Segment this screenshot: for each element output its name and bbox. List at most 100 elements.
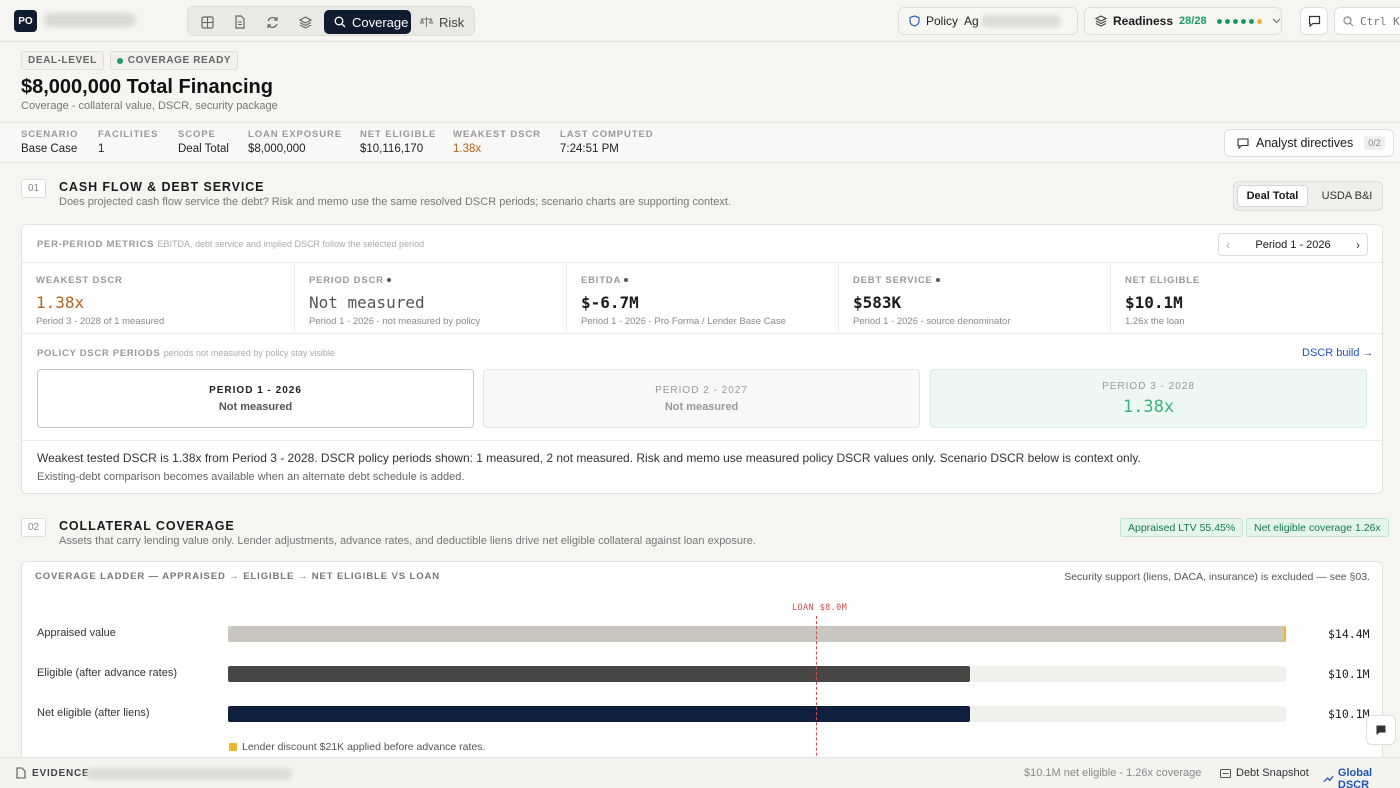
strip-scenario: SCENARIO Base Case — [21, 129, 79, 155]
page-subtitle: Coverage - collateral value, DSCR, secur… — [21, 100, 278, 112]
document-icon[interactable] — [229, 12, 251, 32]
readiness-indicator[interactable]: Readiness 28/28 — [1084, 7, 1282, 35]
feedback-button[interactable] — [1366, 715, 1396, 745]
coverage-status-text: COVERAGE READY — [127, 55, 232, 66]
trend-up-icon — [1323, 775, 1334, 783]
period-card-1[interactable]: PERIOD 1 - 2026 Not measured — [37, 369, 474, 428]
dscr-build-link[interactable]: DSCR build → — [1302, 347, 1374, 359]
ladder-row-value: $14.4M — [1328, 627, 1370, 641]
shield-icon — [909, 15, 920, 27]
chat-icon — [1237, 137, 1249, 149]
period-card-3[interactable]: PERIOD 3 - 2028 1.38x — [930, 369, 1367, 428]
policy-selector[interactable]: Policy Ag — [898, 7, 1078, 35]
scale-icon — [420, 17, 433, 27]
workspace-name-redacted — [44, 13, 136, 27]
coverage-ladder-heading: COVERAGE LADDER — APPRAISED → ELIGIBLE →… — [35, 571, 441, 582]
period-card-2[interactable]: PERIOD 2 - 2027 Not measured — [483, 369, 920, 428]
search-icon — [1343, 15, 1354, 26]
policy-value: Ag — [964, 14, 979, 28]
info-dot — [624, 278, 629, 283]
policy-label: Policy — [926, 14, 959, 28]
global-dscr-label: Global DSCR — [1337, 767, 1373, 788]
ltv-tag: Appraised LTV 55.45% — [1120, 518, 1244, 537]
readiness-value: 28/28 — [1179, 15, 1207, 27]
cash-flow-card: PER-PERIOD METRICS EBITDA, debt service … — [21, 224, 1384, 494]
metric-weakest-dscr: WEAKEST DSCR 1.38x Period 3 - 2028 of 1 … — [22, 263, 295, 334]
strip-scope: SCOPE Deal Total — [178, 129, 229, 155]
per-period-heading: PER-PERIOD METRICS EBITDA, debt service … — [37, 239, 425, 250]
stack-icon — [1095, 15, 1107, 27]
view-tab-group: Coverage Risk — [187, 6, 475, 36]
metric-debt-service: DEBT SERVICE $583K Period 1 - 2026 - sou… — [839, 263, 1111, 334]
scope-deal-total[interactable]: Deal Total — [1237, 185, 1308, 207]
app-logo[interactable]: PO — [14, 10, 37, 32]
command-search[interactable]: Ctrl K — [1334, 7, 1400, 35]
policy-periods-heading: POLICY DSCR PERIODS periods not measured… — [37, 348, 335, 359]
strip-last-computed: LAST COMPUTED 7:24:51 PM — [560, 129, 654, 155]
metric-ebitda: EBITDA $-6.7M Period 1 - 2026 - Pro Form… — [567, 263, 839, 334]
tab-coverage[interactable]: Coverage — [324, 10, 411, 34]
debt-snapshot-label: Debt Snapshot — [1236, 767, 1309, 779]
ladder-bar[interactable] — [228, 666, 970, 682]
snapshot-icon — [1220, 768, 1231, 778]
dscr-summary: Weakest tested DSCR is 1.38x from Period… — [37, 451, 1141, 465]
ladder-row-label: Net eligible (after liens) — [37, 707, 150, 719]
coverage-status-badge: COVERAGE READY — [109, 51, 239, 70]
section-number: 02 — [21, 518, 46, 537]
analyst-directives-count: 0/2 — [1364, 136, 1385, 150]
ladder-bar[interactable] — [228, 626, 1286, 642]
coverage-tag: Net eligible coverage 1.26x — [1246, 518, 1389, 537]
evidence-toggle[interactable]: EVIDENCE — [16, 767, 90, 779]
strip-net-eligible: NET ELIGIBLE $10,116,170 — [360, 129, 437, 155]
grid-icon[interactable] — [196, 12, 218, 32]
section-title: CASH FLOW & DEBT SERVICE — [59, 180, 265, 194]
divider — [22, 440, 1384, 441]
period-pager-label: Period 1 - 2026 — [1255, 238, 1331, 251]
section-subtitle: Assets that carry lending value only. Le… — [59, 535, 756, 547]
chevron-down-icon — [1272, 18, 1280, 24]
policy-value-redacted — [980, 15, 1061, 27]
section-title: COLLATERAL COVERAGE — [59, 519, 235, 533]
footer-status: $10.1M net eligible - 1.26x coverage — [1024, 767, 1202, 779]
lender-discount-text: Lender discount $21K applied before adva… — [242, 741, 486, 753]
metrics-grid: WEAKEST DSCR 1.38x Period 3 - 2028 of 1 … — [22, 262, 1384, 334]
ladder-track — [228, 706, 1286, 722]
analyst-directives-button[interactable]: Analyst directives 0/2 — [1224, 129, 1394, 157]
coverage-ladder-card: COVERAGE LADDER — APPRAISED → ELIGIBLE →… — [21, 561, 1383, 776]
info-dot — [936, 278, 941, 283]
ladder-row-label: Appraised value — [37, 627, 116, 639]
tab-risk[interactable]: Risk — [420, 10, 472, 34]
deal-level-badge: DEAL-LEVEL — [21, 51, 104, 70]
chevron-left-icon[interactable]: ‹ — [1226, 238, 1230, 252]
ladder-bar[interactable] — [228, 706, 970, 722]
global-dscr-link[interactable]: Global DSCR — [1323, 767, 1400, 788]
deal-level-text: DEAL-LEVEL — [28, 55, 97, 66]
info-dot — [387, 278, 392, 283]
ladder-row-value: $10.1M — [1328, 667, 1370, 681]
tab-risk-label: Risk — [439, 14, 465, 30]
tab-coverage-label: Coverage — [352, 14, 409, 30]
evidence-label: EVIDENCE — [32, 767, 90, 779]
flag-icon — [1376, 725, 1386, 735]
scope-toggle: Deal Total USDA B&I — [1233, 181, 1383, 211]
top-bar: PO Coverage Risk Policy Ag Readiness 28/… — [0, 0, 1400, 42]
section-number: 01 — [21, 179, 46, 198]
status-dot — [116, 57, 123, 64]
refresh-icon[interactable] — [261, 12, 283, 32]
comments-button[interactable] — [1300, 7, 1328, 35]
evidence-redacted — [86, 768, 292, 780]
section-subtitle: Does projected cash flow service the deb… — [59, 196, 731, 208]
debt-snapshot-button[interactable]: Debt Snapshot — [1220, 767, 1309, 779]
scope-usda-bi[interactable]: USDA B&I — [1314, 185, 1380, 207]
lender-discount-note: Lender discount $21K applied before adva… — [229, 741, 485, 753]
page-title: $8,000,000 Total Financing — [21, 76, 273, 98]
layers-icon[interactable] — [294, 12, 316, 32]
ladder-row-value: $10.1M — [1328, 707, 1370, 721]
analyst-directives-label: Analyst directives — [1256, 136, 1354, 150]
chevron-right-icon[interactable]: › — [1356, 238, 1360, 252]
legend-swatch — [229, 743, 237, 751]
loan-marker-label: LOAN $8.0M — [792, 603, 848, 613]
metric-period-dscr: PERIOD DSCR Not measured Period 1 - 2026… — [295, 263, 567, 334]
metric-net-eligible: NET ELIGIBLE $10.1M 1.26x the loan — [1125, 275, 1201, 327]
status-footer: EVIDENCE $10.1M net eligible - 1.26x cov… — [0, 757, 1400, 788]
